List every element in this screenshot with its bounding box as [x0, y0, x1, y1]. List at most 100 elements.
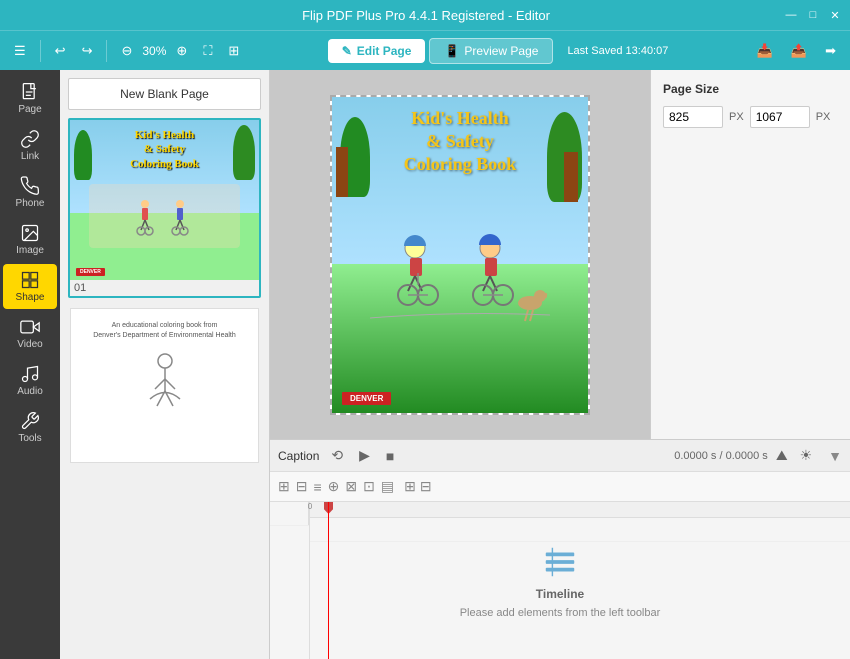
- timeline-empty: Timeline Please add elements from the le…: [460, 543, 661, 619]
- timeline-toolbar: ⊞ ⊟ ≡ ⊕ ⊠ ⊡ ▤ ⊞ ⊟: [270, 472, 850, 502]
- tl-tool-2[interactable]: ⊟: [296, 478, 308, 495]
- new-blank-page-button[interactable]: New Blank Page: [68, 78, 261, 110]
- sidebar-item-shape[interactable]: Shape: [3, 264, 57, 309]
- sidebar-item-audio[interactable]: Audio: [3, 358, 57, 403]
- tl-tool-6[interactable]: ⊡: [363, 478, 375, 495]
- tl-tool-7[interactable]: ▤: [381, 478, 394, 495]
- collapse-button[interactable]: ▼: [828, 448, 842, 464]
- main-layout: Page Link Phone Image Shape: [0, 70, 850, 659]
- last-saved-label: Last Saved 13:40:07: [567, 45, 668, 57]
- zoom-level: 30%: [142, 44, 166, 58]
- sidebar-item-image[interactable]: Image: [3, 217, 57, 262]
- tl-tool-3[interactable]: ≡: [313, 479, 321, 495]
- mountain-button[interactable]: ⛰: [772, 445, 792, 466]
- px-label-1: PX: [729, 111, 744, 123]
- image-icon: [20, 223, 40, 243]
- close-button[interactable]: ✕: [828, 8, 842, 22]
- timeline-empty-icon: [541, 543, 579, 581]
- edit-page-icon: ✎: [342, 44, 352, 58]
- timeline-header: Caption ⟲ ▶ ■ 0.0000 s / 0.0000 s ⛰ ☀ ▼: [270, 440, 850, 472]
- page-thumb-1-inner: Kid's Health & Safety Coloring Book: [70, 120, 259, 280]
- cover-title: Kid's Health & Safety Coloring Book: [342, 107, 578, 177]
- undo-button[interactable]: ↩: [49, 39, 72, 63]
- canvas-area: Kid's Health & Safety Coloring Book: [270, 70, 650, 439]
- grid-button[interactable]: ⊞: [222, 39, 245, 63]
- export-left-button[interactable]: 📤: [785, 39, 813, 63]
- preview-page-button[interactable]: 📱 Preview Page: [429, 38, 553, 64]
- left-sidebar: Page Link Phone Image Shape: [0, 70, 60, 659]
- fit-button[interactable]: ⛶: [197, 39, 218, 63]
- denver-badge-large: DENVER: [342, 392, 391, 405]
- zoom-out-button[interactable]: ⊖: [115, 39, 138, 63]
- menu-button[interactable]: ☰: [8, 39, 32, 63]
- sidebar-item-link[interactable]: Link: [3, 123, 57, 168]
- height-input[interactable]: [750, 106, 810, 128]
- sidebar-item-page[interactable]: Page: [3, 76, 57, 121]
- canvas-and-right: Kid's Health & Safety Coloring Book: [270, 70, 850, 439]
- app-title: Flip PDF Plus Pro 4.4.1 Registered - Edi…: [68, 8, 784, 23]
- tl-tool-1[interactable]: ⊞: [278, 478, 290, 495]
- pages-panel: New Blank Page Kid's Health & Safety C: [60, 70, 270, 659]
- stop-button[interactable]: ■: [382, 446, 398, 466]
- timeline-empty-title: Timeline: [536, 587, 584, 601]
- tools-label: Tools: [18, 433, 41, 444]
- page-size-row: PX PX: [663, 106, 838, 128]
- page-preview[interactable]: Kid's Health & Safety Coloring Book: [330, 95, 590, 415]
- book-cover-1: Kid's Health & Safety Coloring Book: [70, 120, 259, 280]
- link-label: Link: [21, 151, 39, 162]
- import-button[interactable]: 📥: [751, 39, 779, 63]
- main-toolbar: ☰ ↩ ↪ ⊖ 30% ⊕ ⛶ ⊞ ✎ Edit Page 📱 Preview …: [0, 30, 850, 70]
- px-label-2: PX: [816, 111, 831, 123]
- maximize-button[interactable]: □: [806, 8, 820, 22]
- page-thumb-1[interactable]: Kid's Health & Safety Coloring Book: [68, 118, 261, 298]
- page-size-title: Page Size: [663, 82, 838, 96]
- kids-bikes-large: [370, 233, 550, 333]
- zoom-in-button[interactable]: ⊕: [170, 39, 193, 63]
- edit-page-button[interactable]: ✎ Edit Page: [328, 39, 426, 63]
- image-label: Image: [16, 245, 44, 256]
- separator: [40, 40, 41, 62]
- ruler-ticks: 0: [310, 502, 850, 517]
- shape-icon: [20, 270, 40, 290]
- sidebar-item-video[interactable]: Video: [3, 311, 57, 356]
- play-button[interactable]: ▶: [355, 445, 374, 466]
- redo-button[interactable]: ↪: [76, 39, 99, 63]
- tl-grid-2[interactable]: ⊟: [420, 478, 432, 495]
- timeline-ruler: 0: [310, 502, 850, 518]
- audio-icon: [20, 364, 40, 384]
- sun-button[interactable]: ☀: [796, 445, 817, 466]
- page-thumb-2[interactable]: An educational coloring book from Denver…: [68, 306, 261, 465]
- preview-page-label: Preview Page: [464, 44, 538, 58]
- rewind-button[interactable]: ⟲: [327, 445, 347, 466]
- link-icon: [20, 129, 40, 149]
- shape-label: Shape: [16, 292, 45, 303]
- video-icon: [20, 317, 40, 337]
- export-right-button[interactable]: ➡: [819, 39, 842, 63]
- time-display: 0.0000 s / 0.0000 s ⛰ ☀: [674, 445, 816, 466]
- width-input[interactable]: [663, 106, 723, 128]
- page-icon: [20, 82, 40, 102]
- tl-tool-4[interactable]: ⊕: [328, 478, 340, 495]
- caption-label: Caption: [278, 449, 319, 463]
- sidebar-item-tools[interactable]: Tools: [3, 405, 57, 450]
- page-num-1: 01: [70, 280, 259, 296]
- tl-track-row: [310, 518, 850, 542]
- right-panel: Page Size PX PX: [650, 70, 850, 439]
- page2-text: An educational coloring book from Denver…: [93, 321, 236, 341]
- tl-tool-5[interactable]: ⊠: [345, 478, 357, 495]
- kids-bikes-icon: [125, 196, 205, 236]
- tools-icon: [20, 411, 40, 431]
- denver-badge-thumb: DENVER: [76, 268, 105, 276]
- sidebar-item-phone[interactable]: Phone: [3, 170, 57, 215]
- phone-icon: [20, 176, 40, 196]
- separator2: [106, 40, 107, 62]
- center-right: Kid's Health & Safety Coloring Book: [270, 70, 850, 659]
- preview-icon: 📱: [444, 44, 459, 58]
- audio-label: Audio: [17, 386, 43, 397]
- tl-row-1: [270, 502, 309, 526]
- video-label: Video: [17, 339, 42, 350]
- thumb-title-1: Kid's Health & Safety Coloring Book: [78, 128, 251, 171]
- minimize-button[interactable]: —: [784, 8, 798, 22]
- jump-rope-kid-icon: [135, 351, 195, 431]
- tl-grid-1[interactable]: ⊞: [404, 478, 416, 495]
